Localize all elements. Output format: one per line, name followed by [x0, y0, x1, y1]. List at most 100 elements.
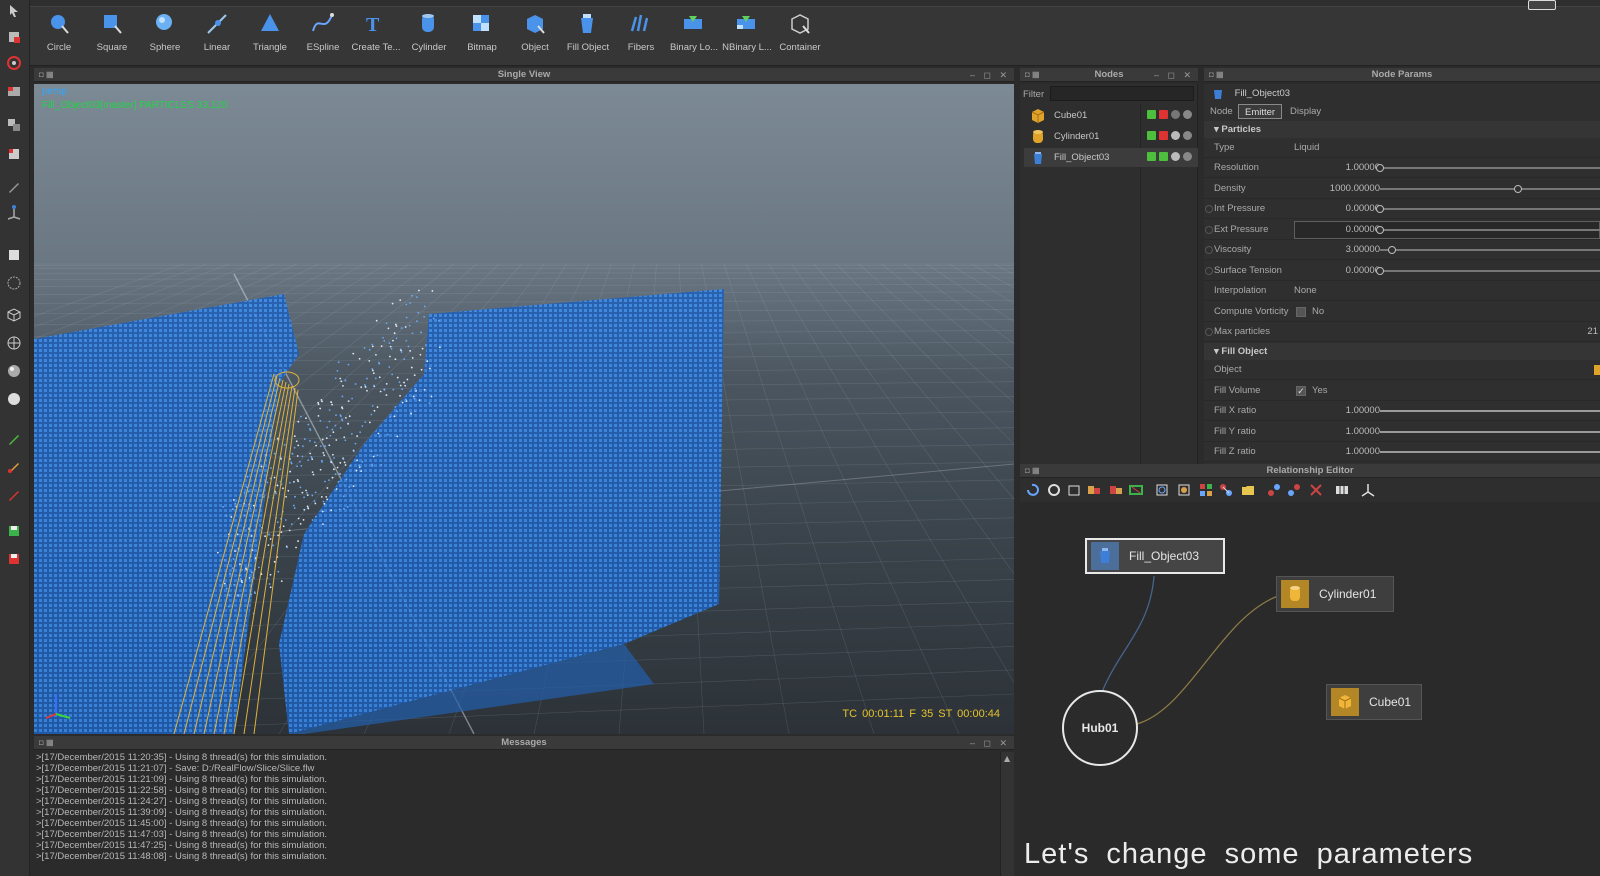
rel-node-cylinder01[interactable]: Cylinder01: [1276, 576, 1394, 612]
wire-globe-icon[interactable]: [3, 332, 25, 354]
param-key-icon[interactable]: [1205, 205, 1213, 213]
sim-flag-icon[interactable]: [1183, 110, 1192, 119]
visibility-flag-icon[interactable]: [1171, 110, 1180, 119]
slider-knob[interactable]: [1376, 267, 1384, 275]
pen-tool-icon[interactable]: [3, 176, 25, 198]
tool-square-emitter-button[interactable]: Square: [85, 10, 139, 62]
tool-espline-emitter-button[interactable]: ESpline: [296, 10, 350, 62]
param-key-icon[interactable]: [1205, 328, 1213, 336]
param-interpolation-value[interactable]: None: [1294, 285, 1317, 296]
object-picker-icon[interactable]: [1594, 365, 1600, 375]
tool-nbinary-loader-button[interactable]: NBinary L...: [720, 10, 774, 62]
box-view-icon[interactable]: [3, 244, 25, 266]
tab-emitter[interactable]: Emitter: [1238, 104, 1283, 119]
density-slider[interactable]: [1380, 185, 1600, 193]
viscosity-slider[interactable]: [1380, 246, 1600, 254]
node-flags[interactable]: [1147, 131, 1192, 140]
param-density-value[interactable]: 1000.00000: [1294, 179, 1384, 199]
smooth-sphere-icon[interactable]: [3, 388, 25, 410]
window-restore-button[interactable]: [1528, 0, 1556, 10]
slider-knob[interactable]: [1376, 205, 1384, 213]
tab-node[interactable]: Node: [1204, 104, 1239, 119]
edit-flag-icon[interactable]: [1147, 152, 1156, 161]
fill-z-slider[interactable]: [1380, 451, 1600, 453]
messages-log[interactable]: >[17/December/2015 11:20:35] - Using 8 t…: [34, 752, 1014, 876]
3d-viewport[interactable]: persp Fill_Object03[master] PARTICLES 33…: [34, 84, 1014, 734]
wire-cube-icon[interactable]: [3, 304, 25, 326]
sim-flag-icon[interactable]: [1183, 152, 1192, 161]
cube-tool-icon[interactable]: [3, 142, 25, 164]
scale-tool-icon[interactable]: [3, 80, 25, 102]
slider-knob[interactable]: [1376, 226, 1384, 234]
tool-fibers-emitter-button[interactable]: Fibers: [614, 10, 668, 62]
param-fill-z-value[interactable]: 1.00000: [1294, 442, 1384, 462]
wire-sphere-icon[interactable]: [3, 272, 25, 294]
node-item-fill-object03[interactable]: Fill_Object03: [1024, 148, 1198, 167]
compute-vorticity-checkbox[interactable]: [1296, 307, 1306, 317]
tool-linear-emitter-button[interactable]: Linear: [190, 10, 244, 62]
tool-sphere-emitter-button[interactable]: Sphere: [138, 10, 192, 62]
slider-knob[interactable]: [1514, 185, 1522, 193]
rel-node-hub01[interactable]: Hub01: [1062, 690, 1138, 766]
node-item-cube01[interactable]: Cube01: [1024, 106, 1198, 125]
ext-pressure-slider[interactable]: [1376, 226, 1600, 234]
fill-volume-checkbox[interactable]: ✓: [1296, 386, 1306, 396]
param-key-icon[interactable]: [1205, 246, 1213, 254]
param-fill-x-value[interactable]: 1.00000: [1294, 401, 1384, 421]
panel-grip-icon[interactable]: ◘ ▦: [39, 739, 55, 747]
select-tool-icon[interactable]: [3, 0, 25, 22]
slider-knob[interactable]: [1376, 164, 1384, 172]
tool-object-emitter-button[interactable]: Object: [508, 10, 562, 62]
fill-y-slider[interactable]: [1380, 431, 1600, 433]
node-flags[interactable]: [1147, 110, 1192, 119]
resolution-slider[interactable]: [1376, 164, 1600, 172]
panel-grip-icon[interactable]: ◘ ▦: [1209, 71, 1225, 79]
param-key-icon[interactable]: [1205, 267, 1213, 275]
param-fill-y-value[interactable]: 1.00000: [1294, 422, 1384, 442]
panel-window-controls[interactable]: – ◻ ✕: [1154, 68, 1194, 82]
slider-knob[interactable]: [1387, 246, 1396, 254]
param-ext-pressure-value[interactable]: 0.00000: [1294, 220, 1384, 240]
fill-x-slider[interactable]: [1380, 410, 1600, 412]
tool-circle-emitter-button[interactable]: Circle: [32, 10, 86, 62]
move-tool-icon[interactable]: [3, 26, 25, 48]
export-flag-icon[interactable]: [1159, 152, 1168, 161]
shaded-sphere-icon[interactable]: [3, 360, 25, 382]
export-flag-icon[interactable]: [1159, 131, 1168, 140]
section-particles[interactable]: ▾ Particles: [1204, 121, 1600, 138]
tab-display[interactable]: Display: [1284, 104, 1327, 119]
save-icon[interactable]: [3, 520, 25, 542]
node-flags[interactable]: [1147, 152, 1192, 161]
rel-node-cube01[interactable]: Cube01: [1326, 684, 1422, 720]
tool-triangle-emitter-button[interactable]: Triangle: [243, 10, 297, 62]
relationship-editor[interactable]: Fill_Object03 Cylinder01 Cube01 Hub01: [1020, 478, 1600, 876]
filter-input[interactable]: [1050, 86, 1194, 101]
panel-window-controls[interactable]: – ◻ ✕: [970, 736, 1010, 750]
messages-scrollbar[interactable]: ▲: [1000, 752, 1014, 876]
param-key-icon[interactable]: [1205, 226, 1213, 234]
tool-container-emitter-button[interactable]: Container: [773, 10, 827, 62]
axis-tool-icon[interactable]: [3, 202, 25, 224]
param-surface-tension-value[interactable]: 0.00000: [1294, 261, 1384, 281]
sim-flag-icon[interactable]: [1183, 131, 1192, 140]
section-fill-object[interactable]: ▾ Fill Object: [1204, 343, 1600, 360]
visibility-flag-icon[interactable]: [1171, 152, 1180, 161]
paint-tool-icon[interactable]: [3, 428, 25, 450]
object-tool-icon[interactable]: [3, 114, 25, 136]
eraser-tool-icon[interactable]: [3, 484, 25, 506]
param-max-particles-value[interactable]: 21: [1587, 326, 1598, 337]
param-viscosity-value[interactable]: 3.00000: [1294, 240, 1384, 260]
export-icon[interactable]: [3, 548, 25, 570]
visibility-flag-icon[interactable]: [1171, 131, 1180, 140]
rotate-tool-icon[interactable]: [3, 52, 25, 74]
edit-flag-icon[interactable]: [1147, 110, 1156, 119]
rel-node-fill-object03[interactable]: Fill_Object03: [1085, 538, 1225, 574]
export-flag-icon[interactable]: [1159, 110, 1168, 119]
param-resolution-value[interactable]: 1.00000: [1294, 158, 1384, 178]
panel-window-controls[interactable]: – ◻ ✕: [970, 68, 1010, 82]
surface-tension-slider[interactable]: [1376, 267, 1600, 275]
tool-bitmap-emitter-button[interactable]: Bitmap: [455, 10, 509, 62]
int-pressure-slider[interactable]: [1376, 205, 1600, 213]
edit-flag-icon[interactable]: [1147, 131, 1156, 140]
tool-fill-object-emitter-button[interactable]: Fill Object: [561, 10, 615, 62]
